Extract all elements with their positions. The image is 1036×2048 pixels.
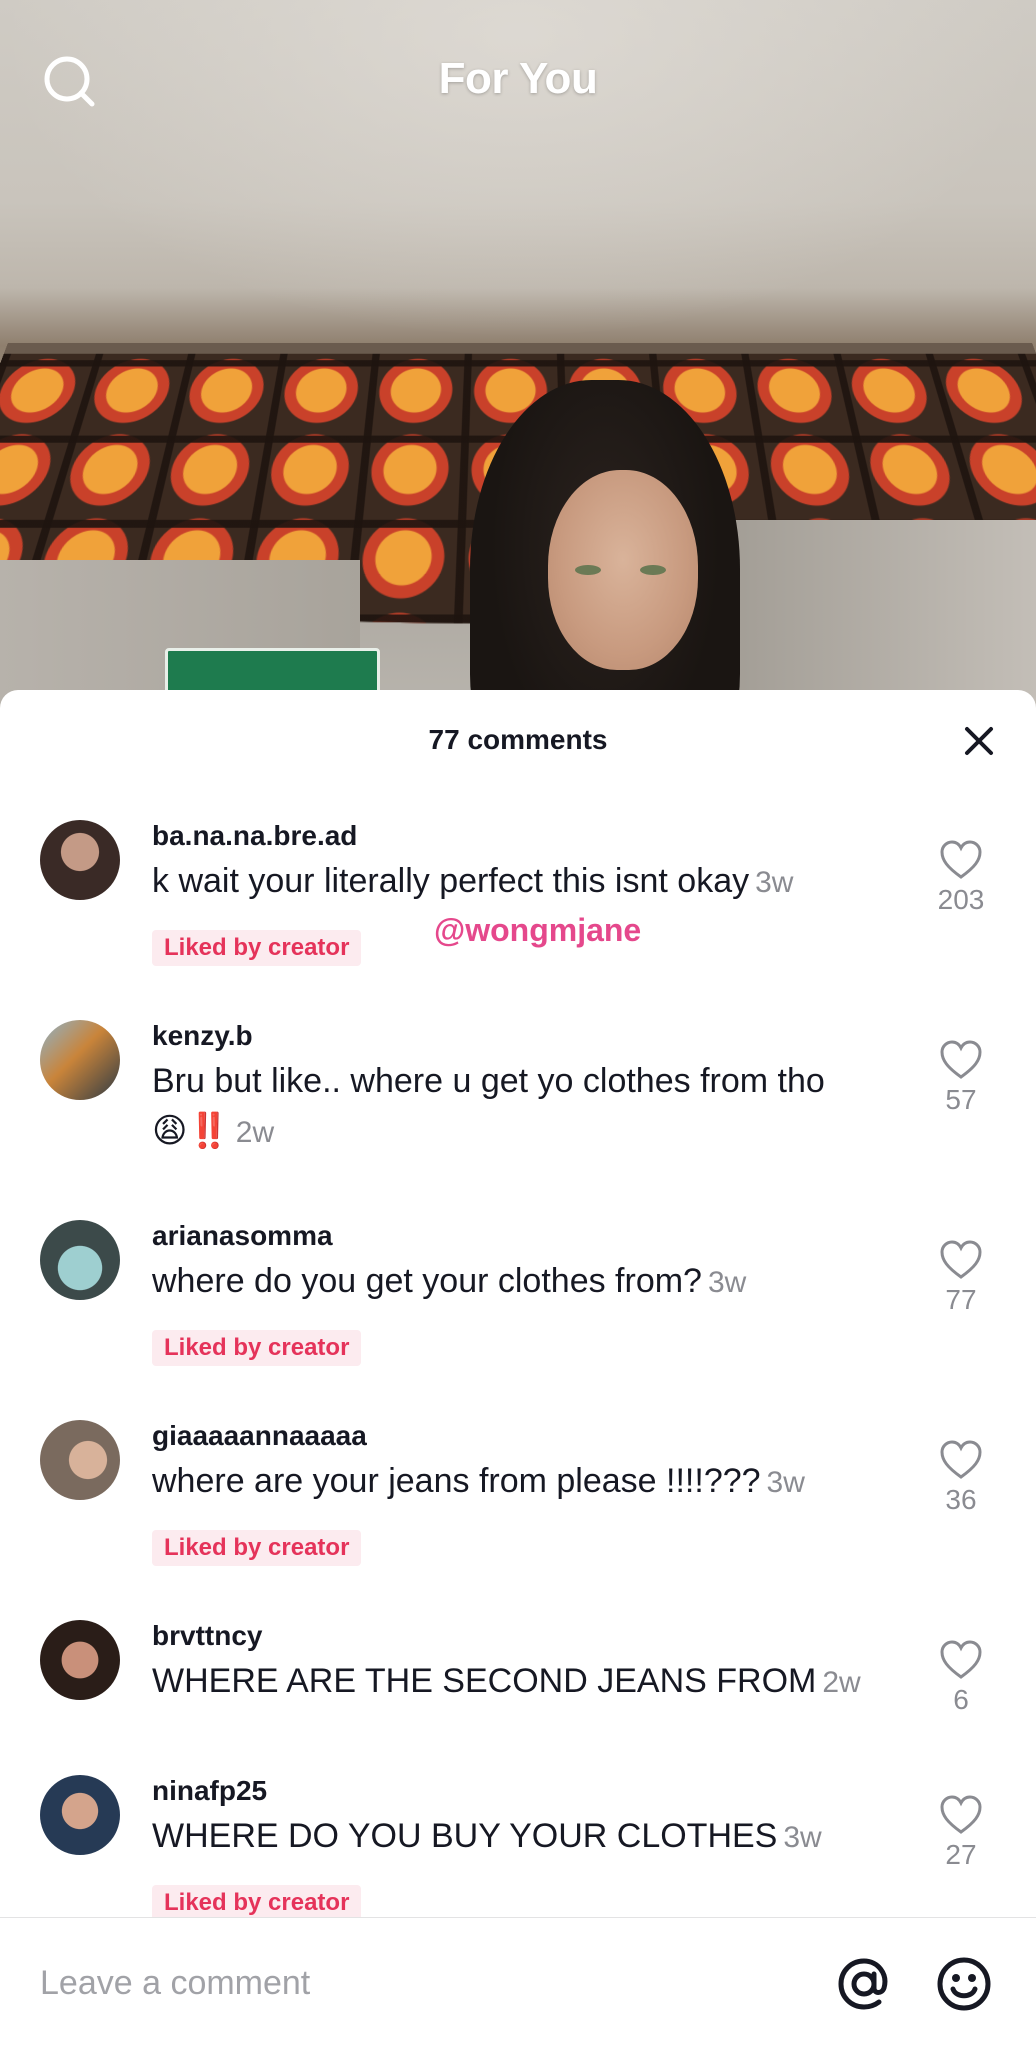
avatar[interactable]: [40, 1220, 120, 1300]
heart-outline-icon: [940, 1040, 982, 1079]
like-button[interactable]: 57: [916, 1040, 1006, 1116]
comment-emoji: 😩‼️: [152, 1112, 230, 1150]
like-button[interactable]: 6: [916, 1640, 1006, 1716]
like-count: 27: [945, 1839, 977, 1870]
comment-username[interactable]: ninafp25: [152, 1775, 267, 1807]
comment-time: 3w: [783, 1821, 822, 1854]
heart-outline-icon: [940, 1240, 982, 1279]
comment-text: WHERE ARE THE SECOND JEANS FROM 2w: [152, 1656, 892, 1708]
comment-time: 3w: [755, 866, 794, 899]
comment-body: where are your jeans from please !!!!???: [152, 1462, 761, 1500]
ceiling: [0, 0, 1036, 340]
comment-time: 2w: [822, 1666, 861, 1699]
comment-text: k wait your literally perfect this isnt …: [152, 856, 892, 908]
like-count: 6: [953, 1684, 969, 1715]
heart-outline-icon: [940, 1440, 982, 1479]
comment-body: WHERE ARE THE SECOND JEANS FROM: [152, 1662, 817, 1700]
like-count: 77: [945, 1284, 977, 1315]
avatar[interactable]: [40, 1420, 120, 1500]
liked-by-creator-badge: Liked by creator: [152, 930, 362, 966]
person-eye-left: [575, 565, 601, 575]
comment-time: 3w: [707, 1266, 747, 1299]
comment-count: 77 comments: [428, 724, 608, 755]
heart-outline-icon: [940, 1640, 982, 1679]
person-face: [548, 470, 698, 670]
liked-by-creator-badge: Liked by creator: [152, 1530, 362, 1566]
liked-by-creator-badge: Liked by creator: [152, 1885, 362, 1921]
comment-username[interactable]: ba.na.na.bre.ad: [152, 820, 357, 852]
liked-by-creator-badge: Liked by creator: [152, 1330, 362, 1366]
comment-text: Bru but like.. where u get yo clothes fr…: [152, 1056, 892, 1158]
heart-outline-icon: [940, 840, 982, 879]
avatar[interactable]: [40, 1020, 120, 1100]
comment-item[interactable]: giaaaaannaaaaa where are your jeans from…: [0, 1420, 1036, 1590]
avatar[interactable]: [40, 1620, 120, 1700]
comment-text: where are your jeans from please !!!!???…: [152, 1456, 892, 1508]
comment-item[interactable]: arianasomma where do you get your clothe…: [0, 1220, 1036, 1390]
like-button[interactable]: 27: [916, 1795, 1006, 1871]
video-background[interactable]: [0, 0, 1036, 720]
comment-body: Bru but like.. where u get yo clothes fr…: [152, 1062, 825, 1100]
close-icon: [965, 727, 993, 755]
emoji-button[interactable]: [936, 1956, 992, 2012]
comment-text: WHERE DO YOU BUY YOUR CLOTHES 3w: [152, 1811, 892, 1863]
like-count: 36: [945, 1484, 977, 1515]
at-mention-icon: [838, 1958, 888, 2010]
like-count: 57: [945, 1084, 977, 1115]
comment-input-bar: [0, 1917, 1036, 2048]
comments-header: 77 comments: [0, 690, 1036, 792]
comment-text: where do you get your clothes from? 3w: [152, 1256, 892, 1308]
avatar[interactable]: [40, 1775, 120, 1855]
comment-username[interactable]: arianasomma: [152, 1220, 333, 1252]
comment-item[interactable]: ba.na.na.bre.ad k wait your literally pe…: [0, 820, 1036, 990]
smiley-face-icon: [937, 1957, 991, 2011]
like-button[interactable]: 203: [916, 840, 1006, 916]
avatar[interactable]: [40, 820, 120, 900]
heart-outline-icon: [940, 1795, 982, 1834]
comment-body: k wait your literally perfect this isnt …: [152, 862, 750, 900]
like-button[interactable]: 36: [916, 1440, 1006, 1516]
comment-item[interactable]: kenzy.b Bru but like.. where u get yo cl…: [0, 1020, 1036, 1190]
comment-username[interactable]: kenzy.b: [152, 1020, 253, 1052]
comment-username[interactable]: giaaaaannaaaaa: [152, 1420, 367, 1452]
page-title[interactable]: For You: [0, 54, 1036, 104]
like-button[interactable]: 77: [916, 1240, 1006, 1316]
person-eye-right: [640, 565, 666, 575]
comments-sheet: 77 comments ba.na.na.bre.ad k wait your …: [0, 690, 1036, 2048]
comment-body: where do you get your clothes from?: [152, 1262, 702, 1300]
comment-item[interactable]: brvttncy WHERE ARE THE SECOND JEANS FROM…: [0, 1620, 1036, 1750]
comment-input[interactable]: [40, 1958, 740, 2008]
comment-time: 3w: [766, 1466, 805, 1499]
comment-username[interactable]: brvttncy: [152, 1620, 262, 1652]
mention-button[interactable]: [836, 1956, 892, 2012]
close-button[interactable]: [962, 724, 996, 758]
like-count: 203: [937, 884, 985, 915]
watermark-text: @wongmjane: [434, 912, 642, 948]
comment-time: 2w: [235, 1116, 275, 1149]
comment-body: WHERE DO YOU BUY YOUR CLOTHES: [152, 1817, 778, 1855]
